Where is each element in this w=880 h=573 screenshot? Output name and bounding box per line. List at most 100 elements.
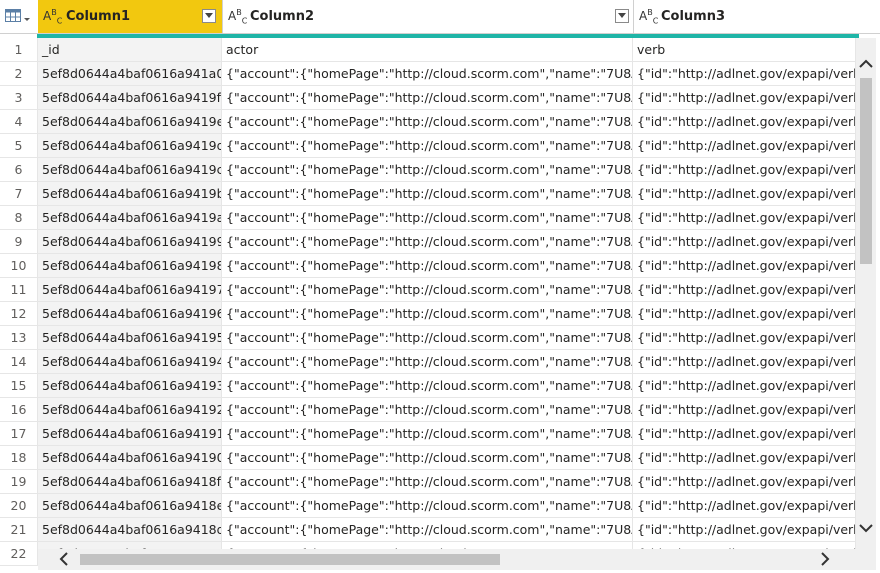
row-number[interactable]: 15 (0, 374, 38, 397)
cell-actor[interactable]: {"account":{"homePage":"http://cloud.sco… (222, 86, 633, 109)
cell-actor[interactable]: {"account":{"homePage":"http://cloud.sco… (222, 182, 633, 205)
cell-actor[interactable]: {"account":{"homePage":"http://cloud.sco… (222, 134, 633, 157)
cell-id[interactable]: 5ef8d0644a4baf0616a9419e (38, 110, 222, 133)
horizontal-scrollbar[interactable] (38, 549, 856, 570)
cell-actor[interactable]: {"account":{"homePage":"http://cloud.sco… (222, 326, 633, 349)
table-row[interactable]: 1 _id actor verb (0, 38, 856, 62)
table-row[interactable]: 12 5ef8d0644a4baf0616a94196 {"account":{"h… (0, 302, 856, 326)
cell-verb[interactable]: {"id":"http://adlnet.gov/expapi/verbs/c (633, 422, 856, 445)
cell-actor[interactable]: {"account":{"homePage":"http://cloud.sco… (222, 230, 633, 253)
cell-id[interactable]: 5ef8d0644a4baf0616a94197 (38, 278, 222, 301)
row-number[interactable]: 18 (0, 446, 38, 469)
table-row[interactable]: 4 5ef8d0644a4baf0616a9419e {"account":{"ho… (0, 110, 856, 134)
row-number[interactable]: 6 (0, 158, 38, 181)
cell-verb[interactable]: {"id":"http://adlnet.gov/expapi/verbs/a (633, 230, 856, 253)
column2-dropdown-button[interactable] (615, 9, 629, 23)
chevron-up-icon[interactable] (856, 54, 876, 74)
cell-id[interactable]: 5ef8d0644a4baf0616a94192 (38, 398, 222, 421)
row-number[interactable]: 8 (0, 206, 38, 229)
cell-id[interactable]: 5ef8d0644a4baf0616a9419a (38, 206, 222, 229)
cell-id[interactable]: 5ef8d0644a4baf0616a9419c (38, 158, 222, 181)
cell-verb[interactable]: {"id":"http://adlnet.gov/expapi/verbs/a (633, 134, 856, 157)
cell-verb[interactable]: {"id":"http://adlnet.gov/expapi/verbs/c (633, 302, 856, 325)
cell-verb[interactable]: {"id":"http://adlnet.gov/expapi/verbs/c (633, 470, 856, 493)
cell-verb[interactable]: {"id":"http://adlnet.gov/expapi/verbs/c (633, 62, 856, 85)
cell-actor[interactable]: actor (222, 38, 633, 61)
table-corner-menu[interactable] (0, 0, 38, 34)
cell-verb[interactable]: {"id":"http://adlnet.gov/expapi/verbs/c (633, 86, 856, 109)
cell-id[interactable]: 5ef8d0644a4baf0616a94191 (38, 422, 222, 445)
cell-actor[interactable]: {"account":{"homePage":"http://cloud.sco… (222, 254, 633, 277)
row-number[interactable]: 13 (0, 326, 38, 349)
column-header-column2[interactable]: ABC Column2 (222, 0, 633, 34)
cell-id[interactable]: 5ef8d0644a4baf0616a9419f (38, 86, 222, 109)
cell-id[interactable]: 5ef8d0644a4baf0616a9418d (38, 518, 222, 541)
cell-actor[interactable]: {"account":{"homePage":"http://cloud.sco… (222, 206, 633, 229)
table-row[interactable]: 17 5ef8d0644a4baf0616a94191 {"account":{"h… (0, 422, 856, 446)
row-number[interactable]: 22 (0, 542, 38, 565)
cell-actor[interactable]: {"account":{"homePage":"http://cloud.sco… (222, 398, 633, 421)
table-row[interactable]: 2 5ef8d0644a4baf0616a941a0 {"account":{"ho… (0, 62, 856, 86)
table-row[interactable]: 3 5ef8d0644a4baf0616a9419f {"account":{"ho… (0, 86, 856, 110)
row-number[interactable]: 17 (0, 422, 38, 445)
table-row[interactable]: 8 5ef8d0644a4baf0616a9419a {"account":{"ho… (0, 206, 856, 230)
row-number[interactable]: 7 (0, 182, 38, 205)
cell-actor[interactable]: {"account":{"homePage":"http://cloud.sco… (222, 302, 633, 325)
cell-verb[interactable]: verb (633, 38, 856, 61)
cell-verb[interactable]: {"id":"http://adlnet.gov/expapi/verbs/a (633, 110, 856, 133)
cell-id[interactable]: 5ef8d0644a4baf0616a94195 (38, 326, 222, 349)
cell-verb[interactable]: {"id":"http://adlnet.gov/expapi/verbs/a (633, 398, 856, 421)
row-number[interactable]: 19 (0, 470, 38, 493)
cell-id[interactable]: 5ef8d0644a4baf0616a9418e (38, 494, 222, 517)
cell-actor[interactable]: {"account":{"homePage":"http://cloud.sco… (222, 374, 633, 397)
chevron-right-icon[interactable] (815, 549, 835, 570)
row-number[interactable]: 2 (0, 62, 38, 85)
cell-verb[interactable]: {"id":"http://adlnet.gov/expapi/verbs/a (633, 374, 856, 397)
cell-verb[interactable]: {"id":"http://adlnet.gov/expapi/verbs/a (633, 182, 856, 205)
cell-actor[interactable]: {"account":{"homePage":"http://cloud.sco… (222, 110, 633, 133)
table-row[interactable]: 10 5ef8d0644a4baf0616a94198 {"account":{"h… (0, 254, 856, 278)
table-row[interactable]: 6 5ef8d0644a4baf0616a9419c {"account":{"ho… (0, 158, 856, 182)
cell-id[interactable]: 5ef8d0644a4baf0616a9419b (38, 182, 222, 205)
row-number[interactable]: 16 (0, 398, 38, 421)
column1-dropdown-button[interactable] (202, 9, 216, 23)
column-header-column3[interactable]: ABC Column3 (633, 0, 880, 34)
cell-verb[interactable]: {"id":"http://adlnet.gov/expapi/verbs/a (633, 158, 856, 181)
cell-verb[interactable]: {"id":"http://adlnet.gov/expapi/verbs/a (633, 206, 856, 229)
table-row[interactable]: 11 5ef8d0644a4baf0616a94197 {"account":{"h… (0, 278, 856, 302)
table-row[interactable]: 21 5ef8d0644a4baf0616a9418d {"account":{"h… (0, 518, 856, 542)
cell-actor[interactable]: {"account":{"homePage":"http://cloud.sco… (222, 422, 633, 445)
cell-id[interactable]: 5ef8d0644a4baf0616a9419d (38, 134, 222, 157)
row-number[interactable]: 4 (0, 110, 38, 133)
row-number[interactable]: 21 (0, 518, 38, 541)
table-row[interactable]: 9 5ef8d0644a4baf0616a94199 {"account":{"ho… (0, 230, 856, 254)
cell-id[interactable]: 5ef8d0644a4baf0616a94196 (38, 302, 222, 325)
cell-actor[interactable]: {"account":{"homePage":"http://cloud.sco… (222, 158, 633, 181)
cell-id[interactable]: 5ef8d0644a4baf0616a94190 (38, 446, 222, 469)
table-row[interactable]: 5 5ef8d0644a4baf0616a9419d {"account":{"ho… (0, 134, 856, 158)
table-row[interactable]: 14 5ef8d0644a4baf0616a94194 {"account":{"h… (0, 350, 856, 374)
row-number[interactable]: 9 (0, 230, 38, 253)
cell-actor[interactable]: {"account":{"homePage":"http://cloud.sco… (222, 518, 633, 541)
row-number[interactable]: 3 (0, 86, 38, 109)
cell-id[interactable]: 5ef8d0644a4baf0616a9418f (38, 470, 222, 493)
cell-id[interactable]: 5ef8d0644a4baf0616a94193 (38, 374, 222, 397)
table-row[interactable]: 16 5ef8d0644a4baf0616a94192 {"account":{"h… (0, 398, 856, 422)
cell-actor[interactable]: {"account":{"homePage":"http://cloud.sco… (222, 470, 633, 493)
row-number[interactable]: 11 (0, 278, 38, 301)
row-number[interactable]: 14 (0, 350, 38, 373)
cell-actor[interactable]: {"account":{"homePage":"http://cloud.sco… (222, 350, 633, 373)
row-number[interactable]: 12 (0, 302, 38, 325)
cell-verb[interactable]: {"id":"http://adlnet.gov/expapi/verbs/c (633, 254, 856, 277)
cell-id[interactable]: _id (38, 38, 222, 61)
chevron-down-icon[interactable] (856, 518, 876, 538)
table-row[interactable]: 20 5ef8d0644a4baf0616a9418e {"account":{"h… (0, 494, 856, 518)
cell-id[interactable]: 5ef8d0644a4baf0616a941a0 (38, 62, 222, 85)
row-number[interactable]: 1 (0, 38, 38, 61)
table-row[interactable]: 18 5ef8d0644a4baf0616a94190 {"account":{"h… (0, 446, 856, 470)
table-row[interactable]: 15 5ef8d0644a4baf0616a94193 {"account":{"h… (0, 374, 856, 398)
cell-id[interactable]: 5ef8d0644a4baf0616a94194 (38, 350, 222, 373)
cell-verb[interactable]: {"id":"http://adlnet.gov/expapi/verbs/c (633, 518, 856, 541)
row-number[interactable]: 10 (0, 254, 38, 277)
table-row[interactable]: 13 5ef8d0644a4baf0616a94195 {"account":{"h… (0, 326, 856, 350)
